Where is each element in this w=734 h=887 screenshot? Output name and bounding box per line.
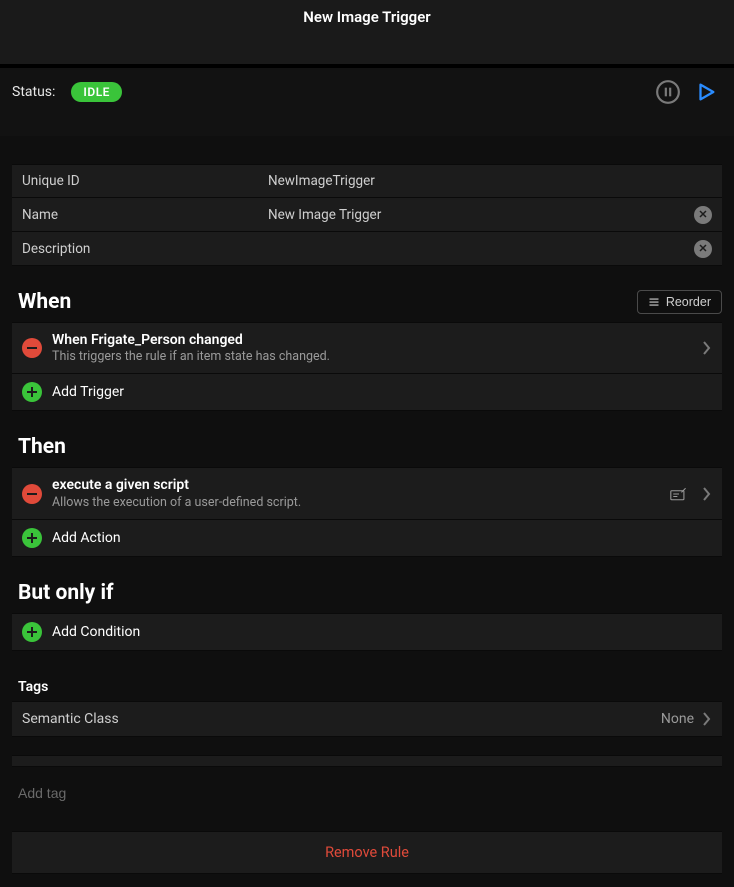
pause-button[interactable] <box>654 78 682 106</box>
reorder-label: Reorder <box>666 295 711 309</box>
field-name[interactable]: Name New Image Trigger ✕ <box>12 198 722 232</box>
section-title-but-only-if: But only if <box>12 581 722 605</box>
clear-icon[interactable]: ✕ <box>694 240 712 258</box>
divider <box>12 755 722 767</box>
page-title: New Image Trigger <box>303 8 430 26</box>
chevron-right-icon <box>702 341 712 355</box>
semantic-class-row[interactable]: Semantic Class None <box>12 701 722 737</box>
section-title-when: When <box>12 290 637 314</box>
clear-icon[interactable]: ✕ <box>694 206 712 224</box>
header: New Image Trigger <box>0 0 734 64</box>
field-unique-id: Unique ID NewImageTrigger <box>12 164 722 198</box>
reorder-button[interactable]: Reorder <box>637 290 722 314</box>
status-badge: IDLE <box>71 82 122 102</box>
edit-script-icon[interactable] <box>670 487 688 501</box>
remove-rule-label: Remove Rule <box>325 844 409 861</box>
field-value: NewImageTrigger <box>268 173 712 189</box>
field-list: Unique ID NewImageTrigger Name New Image… <box>12 164 722 266</box>
play-icon <box>695 81 717 103</box>
status-label: Status: <box>12 84 55 100</box>
add-trigger-button[interactable]: Add Trigger <box>12 374 722 411</box>
remove-rule-button[interactable]: Remove Rule <box>12 831 722 874</box>
semantic-class-value: None <box>661 711 694 727</box>
add-condition-label: Add Condition <box>52 623 712 641</box>
then-action-item[interactable]: execute a given script Allows the execut… <box>12 468 722 519</box>
add-trigger-label: Add Trigger <box>52 383 712 401</box>
field-description[interactable]: Description ✕ <box>12 232 722 266</box>
action-desc: Allows the execution of a user-defined s… <box>52 495 660 511</box>
remove-icon[interactable] <box>22 484 42 504</box>
field-label: Unique ID <box>22 173 268 189</box>
add-icon <box>22 528 42 548</box>
action-title: execute a given script <box>52 476 660 494</box>
trigger-title: When Frigate_Person changed <box>52 331 692 349</box>
reorder-icon <box>648 296 660 308</box>
chevron-right-icon <box>702 487 712 501</box>
tags-heading: Tags <box>12 679 722 695</box>
field-label: Name <box>22 207 268 223</box>
remove-icon[interactable] <box>22 338 42 358</box>
add-action-button[interactable]: Add Action <box>12 520 722 557</box>
field-label: Description <box>22 241 268 257</box>
add-tag-input[interactable] <box>12 775 722 811</box>
play-button[interactable] <box>692 78 720 106</box>
field-value: New Image Trigger <box>268 207 694 223</box>
pause-icon <box>655 79 681 105</box>
when-trigger-item[interactable]: When Frigate_Person changed This trigger… <box>12 323 722 374</box>
trigger-desc: This triggers the rule if an item state … <box>52 349 692 365</box>
chevron-right-icon <box>702 712 712 726</box>
status-bar: Status: IDLE <box>0 64 734 136</box>
semantic-class-label: Semantic Class <box>22 711 661 727</box>
add-condition-button[interactable]: Add Condition <box>12 614 722 651</box>
section-title-then: Then <box>12 435 722 459</box>
add-icon <box>22 382 42 402</box>
add-icon <box>22 622 42 642</box>
add-action-label: Add Action <box>52 529 712 547</box>
